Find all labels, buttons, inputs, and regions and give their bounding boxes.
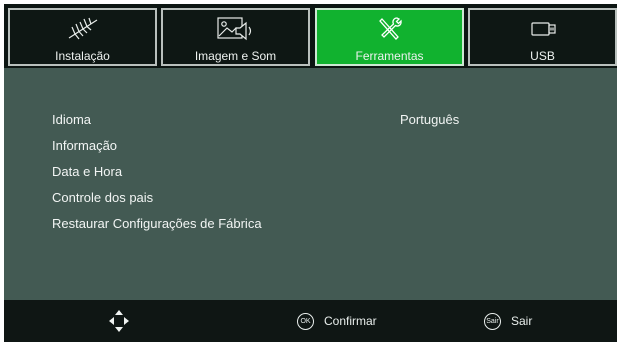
exit-hint: Sair Sair — [484, 300, 532, 342]
tab-usb[interactable]: USB — [468, 8, 617, 66]
tab-imagem-e-som-label: Imagem e Som — [194, 49, 277, 63]
tab-imagem-e-som[interactable]: Imagem e Som — [161, 8, 310, 66]
language-value: Português — [400, 112, 460, 127]
menu-item-controle-dos-pais[interactable]: Controle dos pais — [52, 190, 153, 205]
exit-label: Sair — [511, 314, 533, 328]
usb-drive-icon — [470, 16, 615, 42]
tools-icon — [317, 16, 462, 42]
menu-item-idioma[interactable]: Idioma — [52, 112, 91, 127]
top-tab-bar: Instalação Imagem e Som Ferramentas USB — [4, 4, 617, 68]
settings-panel: Idioma Português Informação Data e Hora … — [4, 68, 617, 300]
tab-ferramentas[interactable]: Ferramentas — [315, 8, 464, 66]
tab-instalacao[interactable]: Instalação — [8, 8, 157, 66]
confirm-label: Confirmar — [324, 314, 377, 328]
dpad-arrows-icon — [109, 310, 129, 332]
image-sound-icon — [163, 16, 308, 42]
tab-ferramentas-label: Ferramentas — [355, 49, 424, 63]
menu-item-data-e-hora[interactable]: Data e Hora — [52, 164, 122, 179]
menu-item-restaurar-configuracoes[interactable]: Restaurar Configurações de Fábrica — [52, 216, 262, 231]
confirm-hint: OK Confirmar — [297, 300, 377, 342]
tools-settings-screen: Instalação Imagem e Som Ferramentas USB … — [0, 0, 621, 345]
ok-key-icon: OK — [297, 312, 314, 330]
menu-item-informacao[interactable]: Informação — [52, 138, 117, 153]
exit-key-icon: Sair — [484, 312, 501, 330]
navigation-hint — [108, 300, 130, 342]
antenna-icon — [10, 16, 155, 42]
footer-help-bar: OK Confirmar Sair Sair — [4, 300, 617, 342]
tab-usb-label: USB — [530, 49, 555, 63]
tab-instalacao-label: Instalação — [55, 49, 110, 63]
